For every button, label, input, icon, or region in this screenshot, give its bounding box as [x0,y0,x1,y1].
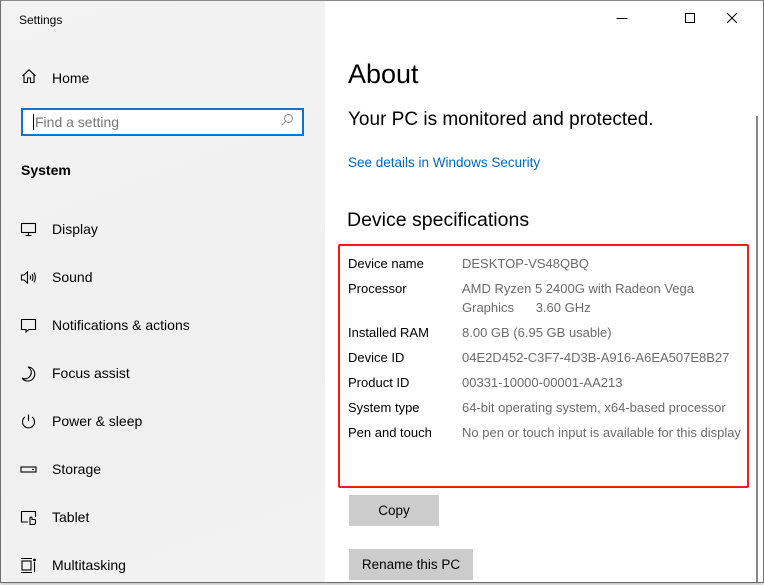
close-icon [726,11,738,29]
search-icon[interactable] [280,113,302,132]
page-title: About [348,59,419,89]
sidebar-item-multitasking[interactable]: Multitasking [1,541,325,582]
moon-icon [20,365,37,382]
spec-row-pen-touch: Pen and touch No pen or touch input is a… [348,423,748,442]
windows-security-link[interactable]: See details in Windows Security [348,155,540,170]
spec-value: 00331-10000-00001-AA213 [462,375,623,390]
home-label: Home [52,70,90,86]
protection-status: Your PC is monitored and protected. [348,109,654,130]
copy-button[interactable]: Copy [349,495,439,526]
sidebar-item-label: Sound [52,269,93,285]
spec-row-system-type: System type 64-bit operating system, x64… [348,398,748,417]
rename-pc-button[interactable]: Rename this PC [349,549,473,580]
close-button[interactable] [709,1,755,39]
maximize-button[interactable] [667,1,713,39]
spec-row-device-name: Device name DESKTOP-VS48QBQ [348,254,748,273]
spec-key: Device ID [348,350,405,365]
sidebar-item-focus-assist[interactable]: Focus assist [1,349,325,397]
spec-key: Product ID [348,375,410,390]
sidebar-item-label: Focus assist [52,365,130,381]
storage-icon [20,461,37,478]
notifications-icon [20,317,37,334]
sidebar-item-storage[interactable]: Storage [1,445,325,493]
sidebar-item-sound[interactable]: Sound [1,253,325,301]
spec-row-installed-ram: Installed RAM 8.00 GB (6.95 GB usable) [348,323,748,342]
sound-icon [20,269,37,286]
spec-value: DESKTOP-VS48QBQ [462,256,589,271]
spec-key: Device name [348,256,424,271]
spec-row-product-id: Product ID 00331-10000-00001-AA213 [348,373,748,392]
sidebar-item-display[interactable]: Display [1,205,325,253]
spec-value: AMD Ryzen 5 2400G with Radeon Vega Graph… [462,281,698,315]
sidebar-item-power-sleep[interactable]: Power & sleep [1,397,325,445]
spec-key: Pen and touch [348,425,432,440]
app-title: Settings [19,13,63,27]
section-label-system: System [21,162,71,178]
spec-value: No pen or touch input is available for t… [462,425,741,440]
tablet-icon [20,509,37,526]
content-pane: About Your PC is monitored and protected… [325,1,763,582]
multitasking-icon [20,557,37,574]
spec-value: 04E2D452-C3F7-4D3B-A916-A6EA507E8B27 [462,350,730,365]
minimize-button[interactable] [599,1,645,39]
spec-value: 64-bit operating system, x64-based proce… [462,400,726,415]
sidebar-nav: Display Sound Notifications & actions Fo… [1,205,325,582]
device-specifications-heading: Device specifications [347,209,530,231]
device-specifications-table: Device name DESKTOP-VS48QBQ Processor AM… [348,254,748,448]
sidebar-item-label: Tablet [52,509,90,525]
minimize-icon [616,11,628,29]
sidebar-item-label: Notifications & actions [52,317,190,333]
scrollbar[interactable] [756,116,758,582]
settings-window: Settings Home System Display [0,0,764,583]
spec-row-processor: Processor AMD Ryzen 5 2400G with Radeon … [348,279,748,317]
sidebar-item-tablet[interactable]: Tablet [1,493,325,541]
sidebar-item-label: Power & sleep [52,413,143,429]
search-box[interactable] [21,108,304,136]
spec-key: Processor [348,281,407,296]
display-icon [20,221,37,238]
spec-row-device-id: Device ID 04E2D452-C3F7-4D3B-A916-A6EA50… [348,348,748,367]
sidebar-item-home[interactable]: Home [21,67,89,89]
sidebar: Settings Home System Display [1,1,325,582]
home-icon [21,68,37,89]
sidebar-item-label: Multitasking [52,557,126,573]
sidebar-item-label: Display [52,221,98,237]
spec-key: System type [348,400,420,415]
sidebar-item-notifications[interactable]: Notifications & actions [1,301,325,349]
power-icon [20,413,37,430]
spec-key: Installed RAM [348,325,429,340]
sidebar-item-label: Storage [52,461,102,477]
spec-value: 8.00 GB (6.95 GB usable) [462,325,612,340]
maximize-icon [684,11,696,29]
search-input[interactable] [34,111,280,133]
